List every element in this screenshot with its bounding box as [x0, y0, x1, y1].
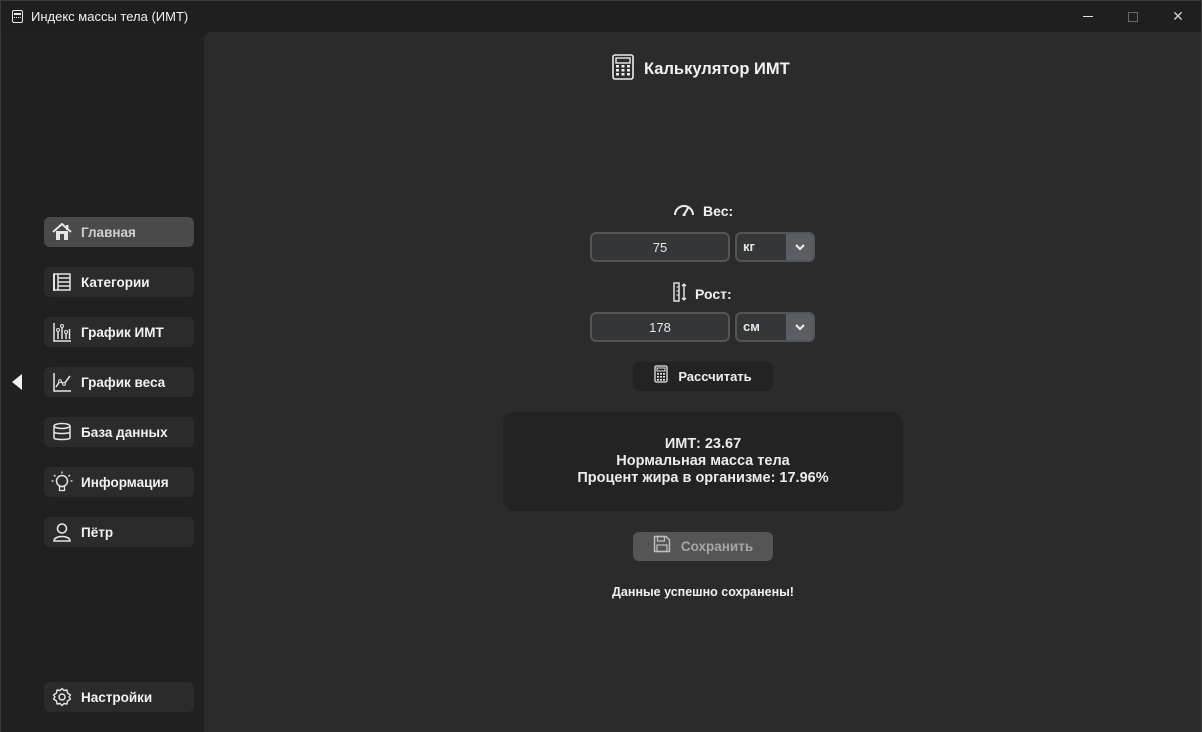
weight-input[interactable] [590, 232, 730, 262]
sidebar-item-categories[interactable]: Категории [44, 267, 194, 297]
weight-label: Вес: [673, 202, 733, 219]
categories-icon [51, 271, 73, 293]
sidebar-item-label: Категории [81, 274, 150, 290]
sidebar-item-label: Пётр [81, 524, 114, 540]
chevron-down-icon[interactable] [786, 234, 813, 260]
height-unit-value: см [743, 319, 760, 334]
sidebar-item-bmi-chart[interactable]: График ИМТ [44, 317, 194, 347]
sidebar-item-home[interactable]: Главная [44, 217, 194, 247]
maximize-button[interactable] [1110, 1, 1156, 32]
sidebar-item-label: График веса [81, 374, 166, 390]
height-input[interactable] [590, 312, 730, 342]
status-message: Данные успешно сохранены! [612, 585, 794, 599]
calculator-icon [612, 54, 634, 85]
home-icon [51, 221, 73, 243]
minimize-button[interactable] [1065, 1, 1111, 32]
sidebar-item-database[interactable]: База данных [44, 417, 194, 447]
body-fat-value: Процент жира в организме: 17.96% [577, 470, 829, 486]
main-panel: Калькулятор ИМТ Вес: кг Рост: см [204, 32, 1201, 732]
calculate-button[interactable]: Рассчитать [633, 362, 773, 391]
save-button[interactable]: Сохранить [633, 532, 773, 561]
calculate-label: Рассчитать [678, 369, 752, 384]
user-icon [51, 521, 73, 543]
sidebar: Главная Категории График ИМТ График веса [1, 32, 204, 732]
result-panel: ИМТ: 23.67 Нормальная масса тела Процент… [503, 412, 903, 511]
sidebar-item-user[interactable]: Пётр [44, 517, 194, 547]
gear-icon [51, 686, 73, 708]
bar-chart-icon [51, 321, 73, 343]
weight-unit-value: кг [743, 239, 755, 254]
sidebar-item-label: Главная [81, 224, 136, 240]
sidebar-item-info[interactable]: Информация [44, 467, 194, 497]
minimize-icon [1083, 16, 1093, 17]
calculator-icon [654, 365, 668, 388]
sidebar-item-settings[interactable]: Настройки [44, 682, 194, 712]
page-heading: Калькулятор ИМТ [612, 54, 790, 85]
close-icon: ✕ [1172, 8, 1184, 24]
collapse-sidebar-arrow-icon[interactable] [12, 374, 22, 390]
window-title: Индекс массы тела (ИМТ) [31, 9, 189, 24]
page-title: Калькулятор ИМТ [644, 60, 790, 78]
line-chart-icon [51, 371, 73, 393]
bmi-category: Нормальная масса тела [616, 453, 790, 469]
close-button[interactable]: ✕ [1155, 1, 1201, 32]
sidebar-item-label: График ИМТ [81, 324, 164, 340]
gauge-icon [673, 202, 695, 219]
weight-unit-select[interactable]: кг [735, 232, 815, 262]
floppy-disk-icon [653, 535, 671, 558]
lightbulb-icon [51, 471, 73, 493]
sidebar-item-label: База данных [81, 424, 168, 440]
chevron-down-icon[interactable] [786, 314, 813, 340]
save-label: Сохранить [680, 539, 754, 554]
height-label: Рост: [673, 282, 732, 305]
title-bar: Индекс массы тела (ИМТ) ✕ [1, 1, 1201, 32]
app-window: Индекс массы тела (ИМТ) ✕ Главная Катего… [0, 0, 1202, 732]
height-unit-select[interactable]: см [735, 312, 815, 342]
ruler-icon [673, 282, 687, 305]
maximize-icon [1128, 11, 1138, 22]
sidebar-item-weight-chart[interactable]: График веса [44, 367, 194, 397]
notepad-icon [12, 10, 23, 23]
sidebar-item-label: Информация [81, 474, 169, 490]
database-icon [51, 421, 73, 443]
sidebar-item-label: Настройки [81, 689, 153, 705]
bmi-value: ИМТ: 23.67 [664, 436, 742, 452]
